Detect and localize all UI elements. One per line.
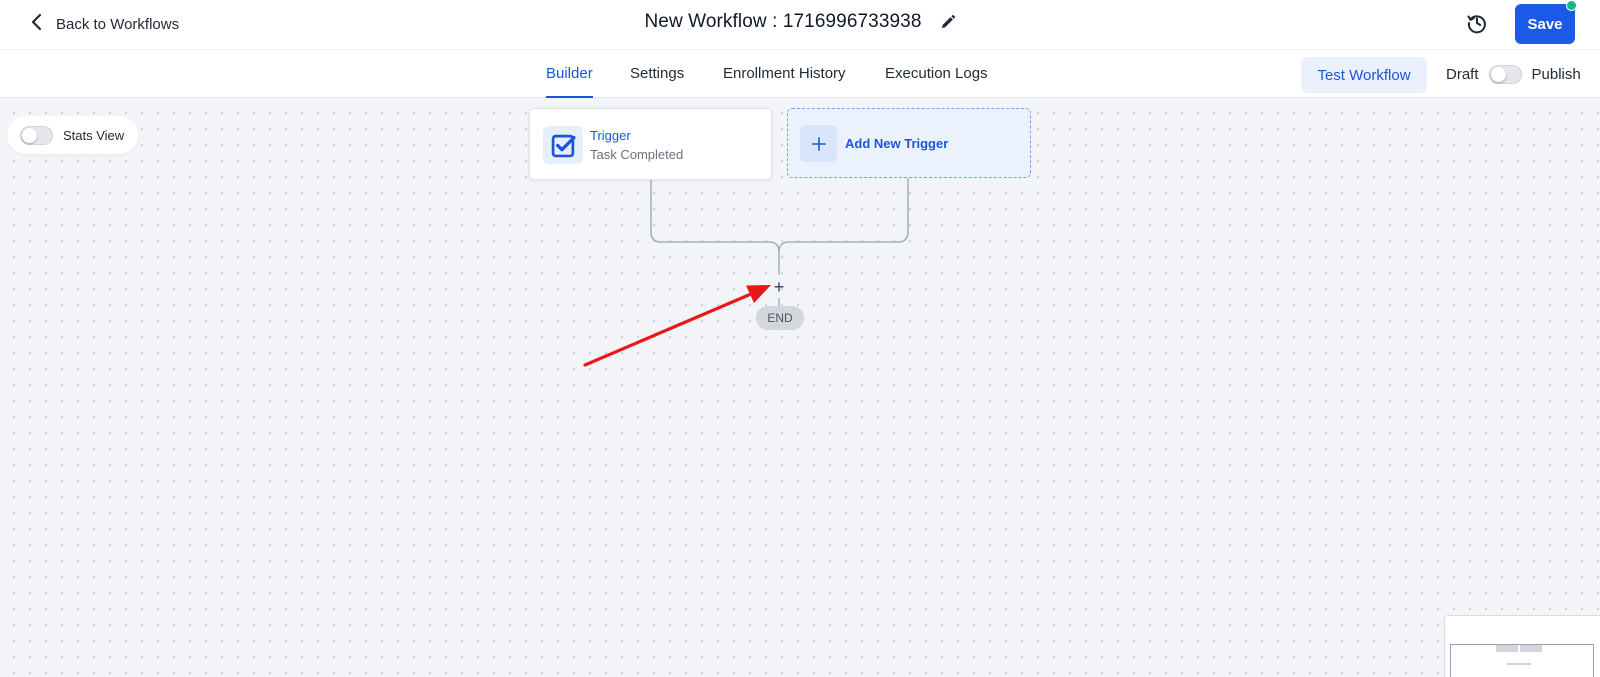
tab-settings[interactable]: Settings — [630, 50, 684, 98]
status-dot — [1566, 0, 1577, 11]
add-new-trigger-label: Add New Trigger — [845, 136, 949, 151]
minimap[interactable] — [1444, 615, 1600, 677]
publish-control: Draft Publish — [1446, 50, 1581, 98]
tab-enrollment-history[interactable]: Enrollment History — [723, 50, 846, 98]
chevron-left-icon — [28, 13, 46, 35]
connector-lines — [650, 178, 909, 306]
annotation-arrow — [583, 285, 771, 367]
top-header: Back to Workflows New Workflow : 1716996… — [0, 0, 1600, 50]
add-new-trigger-card[interactable]: Add New Trigger — [787, 108, 1031, 178]
test-workflow-button[interactable]: Test Workflow — [1301, 57, 1427, 93]
stats-view-label: Stats View — [63, 127, 125, 143]
tab-execution-logs[interactable]: Execution Logs — [885, 50, 988, 98]
history-icon[interactable] — [1466, 12, 1488, 34]
workflow-canvas[interactable]: Stats View Trigger Task Completed Add Ne… — [0, 99, 1600, 677]
stats-view-toggle[interactable] — [20, 125, 53, 145]
pencil-icon[interactable] — [940, 14, 956, 30]
end-node: END — [756, 306, 804, 330]
trigger-subtitle: Task Completed — [590, 147, 684, 162]
plus-icon — [800, 125, 837, 162]
add-action-button[interactable]: + — [769, 277, 789, 297]
workflow-title-bar: New Workflow : 1716996733938 — [0, 11, 1600, 33]
back-to-workflows-label: Back to Workflows — [56, 15, 180, 33]
trigger-card[interactable]: Trigger Task Completed — [529, 108, 772, 180]
checkbox-icon — [543, 126, 583, 164]
minimap-viewport[interactable] — [1450, 644, 1594, 677]
draft-label: Draft — [1446, 65, 1479, 83]
sub-header: Builder Settings Enrollment History Exec… — [0, 50, 1600, 98]
trigger-label: Trigger — [590, 128, 631, 143]
publish-label: Publish — [1531, 65, 1581, 83]
save-button[interactable]: Save — [1515, 4, 1575, 44]
publish-toggle[interactable] — [1488, 64, 1522, 84]
stats-view-control: Stats View — [7, 116, 138, 154]
back-to-workflows-link[interactable]: Back to Workflows — [28, 10, 179, 38]
workflow-title: New Workflow : 1716996733938 — [644, 11, 922, 32]
tab-builder[interactable]: Builder — [546, 50, 593, 98]
